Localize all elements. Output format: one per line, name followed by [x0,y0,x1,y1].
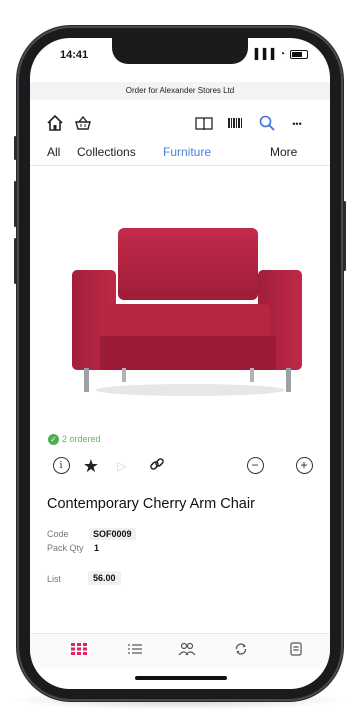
mute-switch [14,136,17,160]
orders-icon[interactable] [285,642,307,660]
status-time: 14:41 [60,49,89,61]
volume-up-button [14,181,17,227]
bottom-nav [30,633,330,668]
basket-icon[interactable] [72,114,94,134]
home-indicator[interactable] [135,676,227,680]
ordered-status: ✓ 2 ordered [48,434,101,448]
tab-all[interactable]: All [47,145,60,159]
favourite-star-icon[interactable]: ★ [81,456,101,476]
customers-icon[interactable] [176,642,198,660]
list-price-chip: 56.00 [88,571,121,585]
list-price-label: List [47,574,62,584]
tab-collections[interactable]: Collections [77,145,136,159]
pack-qty-label: Pack Qty [47,543,84,553]
status-icons: ▐▐▐ ◔ [251,49,308,60]
list-price-value: 56.00 [88,571,121,585]
list-icon[interactable] [124,642,146,660]
search-icon[interactable] [256,114,278,134]
volume-down-button [14,238,17,284]
home-icon[interactable] [44,114,66,134]
plus-icon: + [295,457,313,474]
tab-more[interactable]: More [270,145,297,159]
wifi-icon: ◔ [279,49,287,60]
product-image[interactable] [70,218,310,403]
more-icon[interactable]: ••• [286,114,308,134]
barcode-icon[interactable] [224,114,246,134]
grid-icon[interactable] [68,642,90,660]
product-title: Contemporary Cherry Arm Chair [47,496,255,512]
notch [112,38,248,64]
battery-icon [290,49,308,59]
code-chip: SOF0009 [89,528,136,540]
toolbar: ••• [30,108,330,138]
pack-qty-value: 1 [94,543,100,553]
category-tabs: All Collections Furniture More [30,141,330,166]
tab-furniture[interactable]: Furniture [163,145,211,159]
order-title: Order for Alexander Stores Ltd [30,82,330,100]
info-icon: i [52,457,70,474]
minus-icon: − [246,457,264,474]
ordered-text: 2 ordered [62,434,101,444]
code-label: Code [47,529,69,539]
code-value: SOF0009 [89,528,136,540]
play-icon: ▷ [117,459,127,473]
check-icon: ✓ [48,434,59,446]
app-screen: 14:41 ▐▐▐ ◔ Order for Alexander Stores L… [30,38,330,689]
decrease-quantity-button[interactable]: − [245,456,265,476]
signal-icon: ▐▐▐ [251,49,276,60]
catalog-book-icon[interactable] [193,114,215,134]
sync-icon[interactable] [230,642,252,660]
link-icon[interactable] [147,456,167,476]
info-button[interactable]: i [51,456,71,476]
power-button [343,201,346,271]
increase-quantity-button[interactable]: + [294,456,314,476]
